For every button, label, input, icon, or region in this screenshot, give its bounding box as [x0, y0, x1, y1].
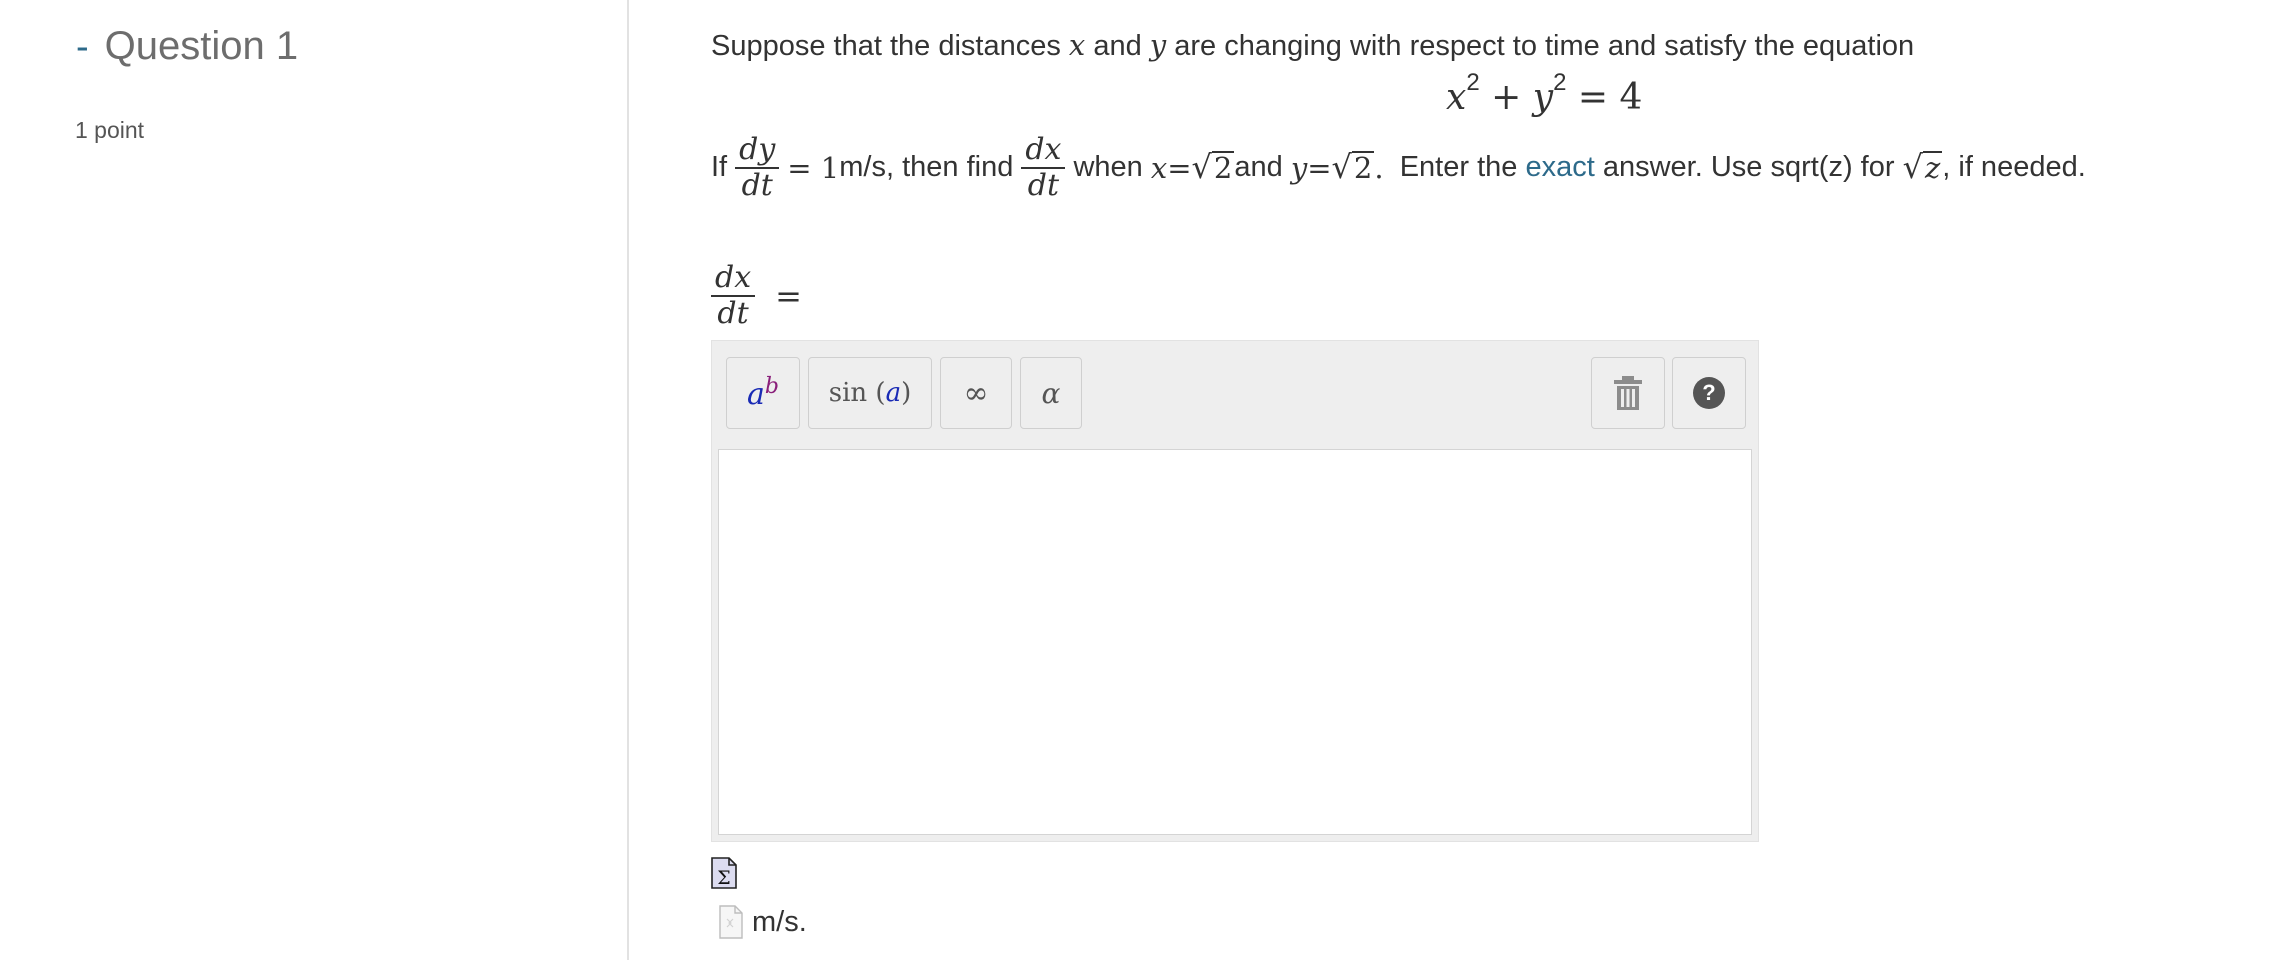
power-button[interactable]: ab — [726, 357, 800, 429]
prompt-condition: If dy dt = 1 m/s, then find dx dt when x… — [711, 134, 2086, 201]
function-arg: a — [885, 378, 902, 408]
svg-text:Σ: Σ — [717, 867, 730, 889]
period: . — [1374, 150, 1384, 185]
given-rate-value: = 1 — [787, 150, 840, 185]
answer-units: m/s. — [752, 905, 807, 938]
eq-x: x — [1446, 77, 1467, 118]
functions-button[interactable]: sin (a) — [808, 357, 932, 429]
prompt-text: and — [1234, 151, 1283, 183]
radical-sign: √ — [1191, 147, 1212, 186]
fraction-denominator: dt — [717, 295, 749, 331]
sqrt-expression: √ 2 — [1331, 147, 1375, 186]
equation-editor-icon[interactable]: Σ — [711, 857, 737, 889]
units-row: m/s. — [719, 905, 807, 939]
radicand: 2 — [1211, 150, 1235, 185]
dx-dt-fraction: dx dt — [711, 262, 756, 331]
prompt-text: m/s, then find — [839, 151, 1014, 183]
infinity-icon: ∞ — [963, 375, 989, 411]
paren-close: ) — [901, 378, 912, 408]
answer-equals: = — [775, 276, 802, 315]
prompt-intro: Suppose that the distances x and y are c… — [711, 28, 1914, 63]
greek-letters-button[interactable]: α — [1020, 357, 1082, 429]
question-content: Suppose that the distances x and y are c… — [711, 0, 2270, 960]
question-points: 1 point — [75, 117, 145, 143]
math-editor: ab sin (a) ∞ α ? — [711, 340, 1759, 842]
fraction-numerator: dx — [711, 262, 756, 297]
prompt-text: , if needed. — [1942, 151, 2086, 183]
radical-sign: √ — [1902, 147, 1923, 186]
cond-y: y — [1290, 150, 1308, 185]
prompt-text: If — [711, 151, 728, 183]
question-title: Question 1 — [104, 24, 299, 68]
symbols-button[interactable]: ∞ — [940, 357, 1012, 429]
fraction-denominator: dt — [741, 167, 773, 203]
file-icon — [719, 905, 743, 939]
trash-icon — [1614, 376, 1642, 410]
question-sidebar: - Question 1 1 point — [0, 0, 629, 960]
fraction-numerator: dy — [735, 134, 780, 169]
sqrt-expression: √ 2 — [1191, 147, 1235, 186]
fraction-denominator: dt — [1027, 167, 1060, 203]
radicand: z — [1922, 150, 1943, 185]
cond-x: x — [1150, 150, 1168, 185]
function-icon: sin (a) — [829, 378, 912, 408]
question-header: - Question 1 — [76, 24, 298, 69]
var-y: y — [1149, 28, 1167, 62]
answer-label: dx dt = — [711, 262, 802, 329]
clear-button[interactable] — [1591, 357, 1665, 429]
dx-dt-fraction: dx dt — [1021, 134, 1066, 203]
prompt-text: Suppose that the distances — [711, 30, 1069, 62]
cond-equals: = — [1167, 150, 1192, 185]
alpha-icon: α — [1041, 376, 1061, 410]
help-button[interactable]: ? — [1672, 357, 1746, 429]
prompt-text: are changing with respect to time and sa… — [1166, 30, 1915, 62]
radical-sign: √ — [1331, 147, 1352, 186]
eq-exponent: 2 — [1553, 69, 1567, 96]
prompt-text: answer. Use sqrt(z) for — [1594, 151, 1903, 183]
prompt-text: when — [1073, 151, 1143, 183]
sqrt-expression: √ z — [1902, 147, 1943, 186]
radicand: 2 — [1351, 150, 1375, 185]
var-x: x — [1068, 28, 1086, 62]
power-icon: ab — [747, 374, 779, 412]
function-name: sin — [828, 378, 868, 408]
prompt-text: Enter the — [1383, 151, 1526, 183]
given-equation: x2 + y2 = 4 — [1446, 69, 1643, 118]
power-base: a — [747, 377, 765, 412]
eq-rhs: = 4 — [1566, 77, 1643, 118]
eq-exponent: 2 — [1466, 69, 1480, 96]
exact-help-link[interactable]: exact — [1525, 151, 1594, 184]
power-exponent: b — [764, 374, 779, 399]
answer-input[interactable] — [718, 449, 1752, 835]
cond-equals: = — [1307, 150, 1332, 185]
help-icon: ? — [1693, 377, 1725, 409]
eq-plus: + — [1479, 77, 1533, 118]
dy-dt-fraction: dy dt — [735, 134, 780, 203]
eq-y: y — [1532, 77, 1554, 118]
collapse-toggle[interactable]: - — [76, 28, 89, 66]
prompt-text: and — [1085, 30, 1150, 62]
fraction-numerator: dx — [1021, 134, 1066, 169]
paren-open: ( — [875, 378, 886, 408]
